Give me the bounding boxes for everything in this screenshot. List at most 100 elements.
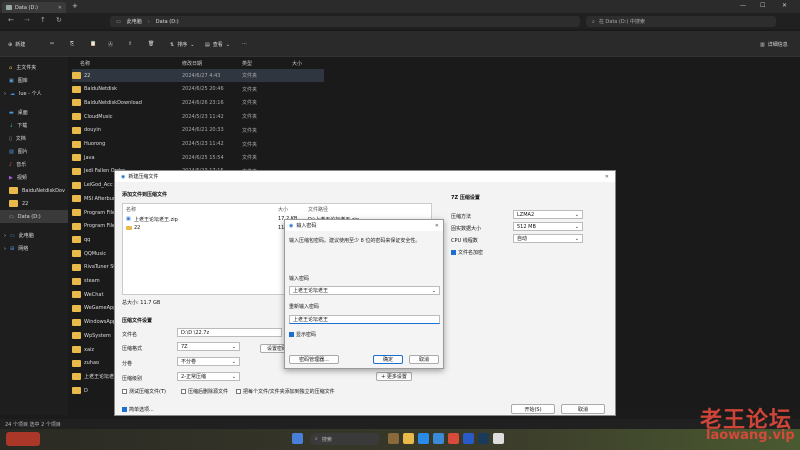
sidebar-item-gallery[interactable]: ▣ 图库 — [0, 74, 68, 87]
breadcrumb-this-pc[interactable]: 此电脑 — [127, 18, 142, 25]
sidebar-item-onedrive[interactable]: › ☁ lue - 个人 — [0, 87, 68, 100]
dict-select[interactable]: 512 MB ⌄ — [513, 222, 583, 231]
sidebar-item-documents[interactable]: ▯ 文档 — [0, 132, 68, 145]
enter-password-input[interactable]: 上老王论坛老王 ⌄ — [289, 286, 440, 295]
sidebar-item-desktop[interactable]: ▬ 桌面 — [0, 106, 68, 119]
paste-icon[interactable]: 📋 — [90, 41, 96, 47]
chevron-down-icon: ⌄ — [431, 287, 436, 294]
folder-icon — [72, 154, 81, 162]
cancel-button[interactable]: 取消 — [561, 404, 605, 414]
sidebar-item-baidunetdisk[interactable]: BaiduNetdiskDov — [0, 184, 68, 197]
more-icon[interactable]: ··· — [242, 41, 247, 47]
delete-icon[interactable]: 🗑 — [148, 41, 154, 47]
chevron-right-icon: › — [4, 90, 6, 97]
start-icon[interactable] — [292, 433, 303, 444]
ok-button[interactable]: 确定 — [373, 355, 403, 364]
dict-value: 512 MB — [517, 223, 536, 230]
sidebar-item-data-drive[interactable]: ▭ Data (D:) — [0, 210, 68, 223]
sidebar-item-pictures[interactable]: ▨ 图片 — [0, 145, 68, 158]
refresh-icon[interactable]: ↻ — [56, 16, 62, 24]
sidebar-item-22[interactable]: 22 — [0, 197, 68, 210]
search-input[interactable]: ⌕ 在 Data (D:) 中搜索 — [586, 16, 776, 27]
table-row[interactable]: 22 2024/6/27 4:43 文件夹 — [72, 69, 324, 82]
tab-data-drive[interactable]: Data (D:) ✕ — [2, 2, 66, 13]
more-settings-button[interactable]: + 更多设置 — [376, 372, 412, 381]
folder-icon — [72, 250, 81, 258]
simple-options-checkbox[interactable]: 简单选项... — [122, 406, 154, 413]
column-date[interactable]: 修改日期 — [182, 60, 242, 67]
reenter-password-input[interactable]: 上老王论坛老王 — [289, 315, 440, 324]
address-bar[interactable]: ▭ 此电脑 › Data (D:) — [110, 16, 580, 27]
share-icon[interactable]: ⇪ — [128, 41, 132, 47]
weather-widget[interactable] — [6, 432, 40, 446]
app-icon[interactable] — [463, 433, 474, 444]
new-button[interactable]: ⊕ 新建 — [8, 41, 25, 49]
maximize-icon[interactable]: ☐ — [760, 2, 765, 9]
up-icon[interactable]: ↑ — [40, 16, 46, 24]
each-separate-checkbox[interactable]: 把每个文件/文件夹添加到独立的压缩文件 — [236, 388, 335, 395]
password-manager-button[interactable]: 密码管理器... — [289, 355, 339, 364]
method-select[interactable]: LZMA2 ⌄ — [513, 210, 583, 219]
start-label: 开始(S) — [524, 406, 542, 413]
table-row[interactable]: Java 2024/6/25 15:54 文件夹 — [72, 151, 324, 164]
test-archive-checkbox[interactable]: 测试压缩文件(T) — [122, 388, 166, 395]
forward-icon[interactable]: → — [24, 16, 30, 24]
column-name[interactable]: 名称 — [80, 60, 182, 67]
level-select[interactable]: 2-正常压缩 ⌄ — [177, 372, 240, 381]
steam-icon[interactable] — [478, 433, 489, 444]
close-window-icon[interactable]: ✕ — [782, 2, 787, 9]
copy-icon[interactable]: ⎘ — [70, 41, 74, 47]
new-tab-icon[interactable]: + — [72, 2, 78, 10]
table-row[interactable]: BaiduNetdisk 2024/6/25 20:46 文件夹 — [72, 83, 324, 96]
folder-icon — [72, 291, 81, 299]
rename-icon[interactable]: Ⓐ — [108, 41, 113, 48]
taskbar-search[interactable]: ⌕ 搜索 — [310, 433, 380, 445]
details-pane-button[interactable]: ▥ 详细信息 — [760, 41, 788, 49]
volume-select[interactable]: 不分卷 ⌄ — [177, 357, 240, 366]
app-icon[interactable] — [493, 433, 504, 444]
enter-password-value: 上老王论坛老王 — [293, 288, 329, 294]
column-type[interactable]: 类型 — [242, 60, 292, 67]
app-icon[interactable] — [388, 433, 399, 444]
close-tab-icon[interactable]: ✕ — [58, 5, 62, 11]
status-text: 24 个项目 选中 2 个项目 — [5, 421, 61, 428]
chevron-down-icon: ⌄ — [225, 41, 230, 48]
cpu-select[interactable]: 自动 ⌄ — [513, 234, 583, 243]
close-icon[interactable]: ✕ — [605, 174, 609, 180]
view-button[interactable]: ▤ 查看 ⌄ — [205, 41, 230, 49]
sort-button[interactable]: ⇅ 排序 ⌄ — [170, 41, 194, 49]
breadcrumb-data-drive[interactable]: Data (D:) — [156, 19, 179, 25]
sidebar-item-videos[interactable]: ▶ 视频 — [0, 171, 68, 184]
sidebar-item-music[interactable]: ♪ 音乐 — [0, 158, 68, 171]
store-icon[interactable] — [433, 433, 444, 444]
folder-icon — [72, 99, 81, 107]
show-password-checkbox[interactable]: 显示密码 — [289, 331, 316, 338]
close-icon[interactable]: ✕ — [435, 223, 439, 229]
start-button[interactable]: 开始(S) — [511, 404, 555, 414]
archive-file-field[interactable]: D:\D \22.7z — [177, 328, 282, 337]
format-select[interactable]: 7Z ⌄ — [177, 342, 240, 351]
reenter-password-label: 重新输入密码 — [289, 304, 320, 310]
encrypt-names-checkbox[interactable]: 文件名加密 — [451, 249, 483, 256]
browser-icon[interactable] — [418, 433, 429, 444]
table-row[interactable]: BaiduNetdiskDownload 2024/6/26 23:16 文件夹 — [72, 96, 324, 109]
sidebar-item-downloads[interactable]: ↓ 下载 — [0, 119, 68, 132]
delete-source-checkbox[interactable]: 压缩后删除源文件 — [181, 388, 228, 395]
column-size[interactable]: 大小 — [292, 60, 322, 67]
checkbox-icon — [451, 250, 456, 255]
table-row[interactable]: douyin 2024/6/21 20:33 文件夹 — [72, 124, 324, 137]
app-icon[interactable] — [448, 433, 459, 444]
password-cancel-button[interactable]: 取消 — [409, 355, 439, 364]
file-name: zuhao — [84, 360, 100, 367]
table-row[interactable]: CloudMusic 2024/5/23 11:42 文件夹 — [72, 110, 324, 123]
sidebar-item-network[interactable]: › ⊞ 网络 — [0, 242, 68, 255]
back-icon[interactable]: ← — [8, 16, 14, 24]
cut-icon[interactable]: ✂ — [50, 41, 54, 47]
sidebar-item-this-pc[interactable]: › ▭ 此电脑 — [0, 229, 68, 242]
sidebar-item-home[interactable]: ⌂ 主文件夹 — [0, 61, 68, 74]
file-type: 文件夹 — [242, 114, 258, 121]
dialog-title: 新建压缩文件 — [128, 174, 159, 180]
table-row[interactable]: Huorong 2024/5/23 11:42 文件夹 — [72, 138, 324, 151]
minimize-icon[interactable]: — — [740, 2, 746, 9]
file-explorer-icon[interactable] — [403, 433, 414, 444]
